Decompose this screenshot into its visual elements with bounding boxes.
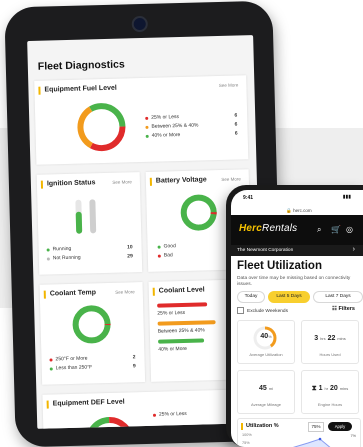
hourglass-icon: ⧗ [311, 385, 317, 392]
battery-icon: ▮▮▮ [342, 194, 351, 200]
chevron-right-icon: › [352, 246, 355, 253]
y-tick-label: 100% [242, 433, 252, 437]
ignition-legend: Running 10 Not Running 29 [46, 244, 133, 264]
coolant-temp-donut-chart [72, 305, 111, 344]
corporation-name: The Newmont Corporation [237, 248, 294, 253]
hours-used-caption: Hours Used [319, 352, 341, 357]
corporation-bar[interactable]: The Newmont Corporation › [231, 245, 363, 256]
engine-hours-value: ⧗ 1 hr 20 mins [311, 385, 349, 392]
coolant-low-bar [157, 302, 208, 308]
search-icon[interactable]: ⌕ [317, 225, 321, 235]
fuel-card-title: Equipment Fuel Level [44, 84, 117, 94]
mileage-value: 45 mi [259, 385, 273, 392]
fuel-donut-chart [77, 103, 126, 152]
utilization-chart-card: Utilization % 75% Apply 100% 75% 7% [237, 418, 361, 447]
coolant-level-title: Coolant Level [158, 286, 205, 295]
utilization-line-chart [292, 437, 331, 447]
fleet-utilization-subtitle: Data over time may be missing based on c… [237, 276, 351, 287]
legend-item: 40% or More 6 [145, 131, 238, 142]
apply-button[interactable]: Apply [328, 422, 352, 431]
mileage-caption: Average Mileage [251, 402, 281, 407]
exclude-weekends-checkbox[interactable]: Exclude Weekends [237, 307, 288, 314]
coolant-temp-title: Coolant Temp [49, 289, 97, 298]
account-icon[interactable]: ◎ [346, 225, 353, 234]
phone-device: 9:41 ▮▮▮ 🔒 herc.com HercRentals ⌕ 🛒 ◎ Th… [226, 185, 363, 447]
fuel-level-card: Equipment Fuel Level See More 25% or Les… [34, 75, 249, 165]
engine-hours-caption: Engine Hours [317, 402, 343, 407]
checkbox-icon [237, 307, 244, 314]
range-last-7-days-button[interactable]: Last 7 Days [313, 291, 363, 303]
utilization-caption: Average Utilization [249, 352, 283, 357]
url-text: herc.com [293, 208, 312, 213]
status-time: 9:41 [243, 195, 254, 201]
coolant-mid-bar [157, 320, 216, 326]
not-running-bar [89, 199, 97, 234]
average-mileage-metric: 45 mi Average Mileage [237, 370, 295, 414]
camera-icon [131, 15, 148, 33]
herc-rentals-logo[interactable]: HercRentals [239, 223, 297, 234]
app-header: HercRentals ⌕ 🛒 ◎ [231, 215, 363, 245]
range-last-5-days-button[interactable]: Last 5 Days [268, 291, 310, 303]
def-level-card: Equipment DEF Level 25% or Less [42, 389, 256, 429]
cart-icon[interactable]: 🛒 [331, 225, 341, 234]
battery-donut-chart [180, 194, 217, 231]
ignition-card-title: Ignition Status [46, 179, 96, 188]
legend-item: Not Running 29 [46, 253, 133, 264]
engine-hours-metric: ⧗ 1 hr 20 mins Engine Hours [301, 370, 359, 414]
fuel-legend: 25% or Less 6 Between 25% & 40% 6 40% or M… [145, 113, 238, 142]
ignition-see-more-link[interactable]: See More [112, 179, 132, 185]
coolant-temp-see-more-link[interactable]: See More [115, 289, 135, 295]
coolant-temp-card: Coolant Temp See More 250°F or More 2 Les… [39, 282, 146, 385]
coolant-high-label: 40% or More [158, 345, 187, 353]
legend-item: Less than 250°F 9 [49, 363, 136, 374]
status-bar: 9:41 ▮▮▮ [231, 190, 363, 203]
coolant-low-label: 25% or Less [157, 309, 186, 317]
chart-point [318, 437, 322, 441]
exclude-weekends-label: Exclude Weekends [247, 308, 288, 314]
coolant-temp-legend: 250°F or More 2 Less than 250°F 9 [49, 354, 136, 374]
filters-button[interactable]: ☷ Filters [332, 306, 355, 312]
utilization-chart-title: Utilization % [241, 423, 279, 430]
running-bar [75, 199, 83, 234]
def-donut-chart [85, 416, 134, 429]
threshold-select[interactable]: 75% [308, 422, 324, 432]
hours-used-value: 3 hrs 22 mins [314, 335, 346, 342]
battery-see-more-link[interactable]: See More [221, 176, 241, 182]
average-utilization-metric: 40% Average Utilization [237, 320, 295, 364]
ignition-status-card: Ignition Status See More Running 10 Not R… [36, 172, 143, 275]
page-title: Fleet Diagnostics [37, 58, 125, 73]
coolant-high-bar [158, 338, 205, 344]
range-today-button[interactable]: Today [237, 291, 265, 303]
fleet-utilization-title: Fleet Utilization [237, 260, 322, 272]
phone-screen: 9:41 ▮▮▮ 🔒 herc.com HercRentals ⌕ 🛒 ◎ Th… [231, 190, 363, 447]
coolant-mid-label: Between 25% & 40% [157, 327, 205, 335]
lock-icon: 🔒 [286, 208, 292, 213]
battery-card-title: Battery Voltage [155, 176, 207, 185]
chart-point-label: 7% [350, 434, 357, 438]
fuel-see-more-link[interactable]: See More [219, 82, 239, 88]
filters-label: Filters [338, 306, 355, 312]
y-tick-label: 75% [242, 441, 250, 445]
def-card-title: Equipment DEF Level [52, 398, 125, 408]
utilization-value: 40% [260, 333, 272, 340]
filter-icon: ☷ [332, 306, 337, 312]
hours-used-metric: 3 hrs 22 mins Hours Used [301, 320, 359, 364]
